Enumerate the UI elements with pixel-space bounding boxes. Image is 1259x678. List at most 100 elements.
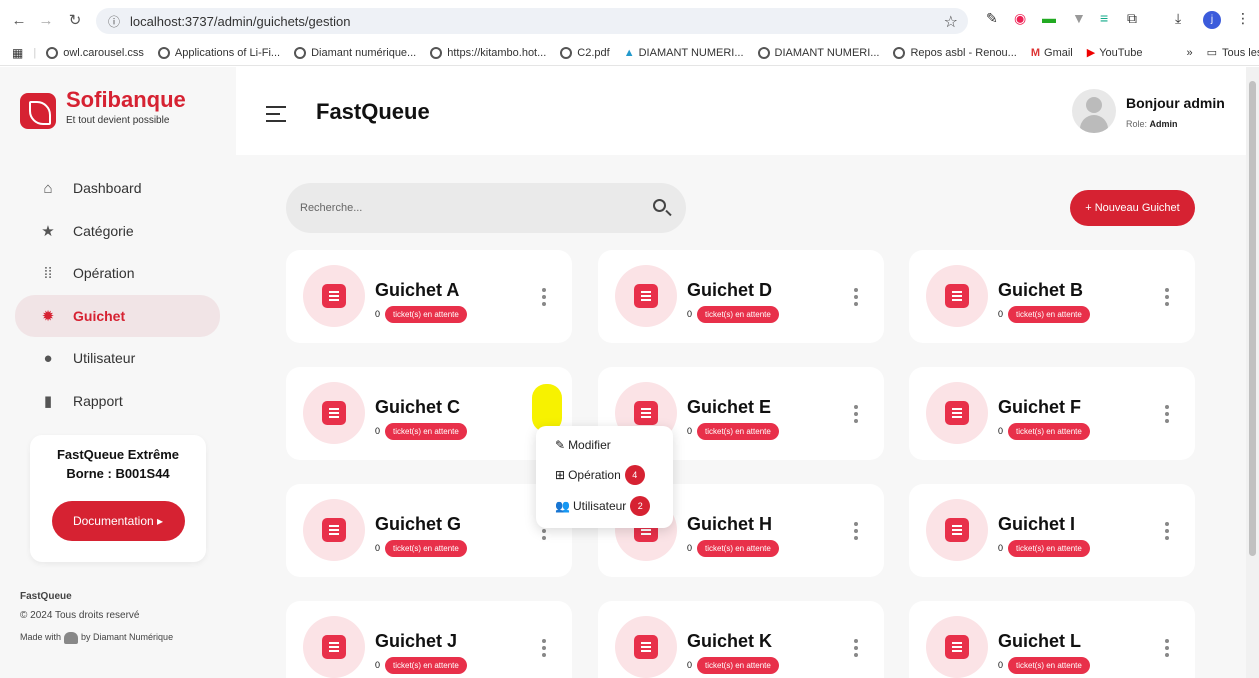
address-bar[interactable]: ⓘ localhost:3737/admin/guichets/gestion … [96,8,968,34]
ticket-count: 0 [687,660,693,670]
sidebar-item-guichet[interactable]: ✹ Guichet [15,294,220,337]
guichet-card[interactable]: Guichet A 0 ticket(s) en attente [286,250,572,343]
guichet-icon-circle [926,616,988,678]
extensions-puzzle-icon[interactable]: ⧉ [1127,10,1137,27]
more-options-icon[interactable] [854,405,860,426]
bookmark-item[interactable]: C2.pdf [560,46,610,59]
extension-v-icon[interactable]: ▼ [1072,10,1086,26]
ticket-count: 0 [375,426,381,436]
footer-by: by Diamant Numérique [81,632,174,642]
search-icon[interactable] [653,199,666,212]
bookmark-item[interactable]: M Gmail [1031,47,1073,59]
globe-icon [430,46,443,59]
back-icon[interactable]: ← [8,9,30,31]
guichet-card[interactable]: Guichet L 0 ticket(s) en attente [909,601,1195,678]
status-badge: ticket(s) en attente [1008,306,1090,323]
list-icon [634,401,658,425]
promo-title: FastQueue Extrême [56,447,180,462]
reload-icon[interactable]: ↻ [64,9,86,31]
guichet-icon-circle [926,382,988,444]
browser-menu-icon[interactable]: ⋮ [1236,10,1250,27]
guichet-name: Guichet E [687,397,772,417]
bookmark-item[interactable]: Applications of Li-Fi... [157,46,280,59]
more-options-icon[interactable] [1165,639,1171,660]
bookmark-item[interactable]: ▲ DIAMANT NUMERI... [624,47,744,59]
guichet-card[interactable]: Guichet B 0 ticket(s) en attente [909,250,1195,343]
context-menu: ✎ Modifier ⊞ Opération 4 👥 Utilisateur 2 [536,426,673,528]
new-guichet-button[interactable]: + Nouveau Guichet [1070,190,1195,226]
bookmark-item[interactable]: DIAMANT NUMERI... [757,46,879,59]
more-options-icon[interactable] [1165,405,1171,426]
avatar[interactable] [1072,89,1116,133]
bookmark-item[interactable]: ▶ YouTube [1086,46,1143,60]
bookmark-item[interactable]: https://kitambo.hot... [430,46,546,59]
list-icon [634,284,658,308]
more-options-icon[interactable] [854,639,860,660]
list-icon [322,635,346,659]
extension-shield-icon[interactable]: ◉ [1014,10,1026,27]
page-scrollbar[interactable] [1246,67,1259,678]
bookmark-item[interactable]: owl.carousel.css [46,46,144,59]
globe-icon [560,46,573,59]
globe-icon [294,46,307,59]
list-icon [945,635,969,659]
more-options-icon[interactable] [854,522,860,543]
bookmark-item[interactable]: Repos asbl - Renou... [893,46,1017,59]
menu-item-modifier[interactable]: ✎ Modifier [555,438,611,452]
extension-list-icon[interactable]: ≡ [1100,10,1108,26]
apps-grid-icon[interactable]: ▦ [12,46,23,60]
menu-item-utilisateur[interactable]: 👥 Utilisateur 2 [555,496,651,516]
user-icon: ● [43,349,53,367]
download-icon[interactable]: ⤓ [1175,10,1181,27]
extension-new-icon[interactable]: ▬ [1042,10,1056,26]
sidebar-item-rapport[interactable]: ▮ Rapport [15,380,220,422]
guichet-card[interactable]: Guichet G 0 ticket(s) en attente [286,484,572,577]
search-box [286,183,686,233]
brand-logo[interactable]: Sofibanque Et tout devient possible [20,87,186,129]
ticket-count: 0 [375,543,381,553]
list-icon [322,518,346,542]
guichet-name: Guichet I [998,514,1076,534]
hamburger-menu-icon[interactable] [266,106,286,127]
guichet-card[interactable]: Guichet F 0 ticket(s) en attente [909,367,1195,460]
profile-avatar[interactable]: j [1203,11,1221,29]
guichet-icon-circle [303,265,365,327]
all-favorites[interactable]: ▭Tous les favoris [1207,46,1259,60]
search-input[interactable] [300,198,630,218]
grid-icon: ⁞⁞ [43,264,53,282]
guichet-card[interactable]: Guichet C 0 ticket(s) en attente [286,367,572,460]
more-options-icon[interactable] [854,288,860,309]
bookmark-item[interactable]: Diamant numérique... [294,46,416,59]
more-options-icon[interactable] [1165,288,1171,309]
site-info-icon[interactable]: ⓘ [108,13,120,30]
guichet-card[interactable]: Guichet I 0 ticket(s) en attente [909,484,1195,577]
bookmark-star-icon[interactable]: ☆ [944,12,958,32]
extension-pen-icon[interactable]: ✎ [986,10,998,27]
bookmark-divider: | [33,46,37,59]
brand-tagline: Et tout devient possible [66,115,170,126]
guichet-card[interactable]: Guichet K 0 ticket(s) en attente [598,601,884,678]
forward-icon[interactable]: → [35,9,57,31]
home-icon: ⌂ [43,179,53,197]
star-icon: ★ [41,222,55,240]
ticket-count: 0 [375,660,381,670]
guichet-card[interactable]: Guichet J 0 ticket(s) en attente [286,601,572,678]
scroll-thumb[interactable] [1249,81,1256,556]
more-options-icon[interactable] [542,288,548,309]
youtube-icon: ▶ [1086,47,1096,59]
sidebar-item-utilisateur[interactable]: ● Utilisateur [15,337,220,379]
guichet-card[interactable]: Guichet D 0 ticket(s) en attente [598,250,884,343]
page-title: FastQueue [316,99,430,124]
more-options-icon[interactable] [1165,522,1171,543]
documentation-button[interactable]: Documentation ▸ [51,501,185,541]
more-bookmarks[interactable]: » [1186,47,1192,59]
sidebar-item-operation[interactable]: ⁞⁞ Opération [15,252,220,294]
sidebar-item-categorie[interactable]: ★ Catégorie [15,210,220,252]
more-options-icon[interactable] [542,639,548,660]
guichet-icon-circle [926,499,988,561]
status-badge: ticket(s) en attente [1008,423,1090,440]
sidebar-item-dashboard[interactable]: ⌂ Dashboard [15,167,220,209]
footer-made-with: Made with [20,632,62,642]
main-content: + Nouveau Guichet Guichet A 0 ticket(s) en… [236,155,1246,678]
menu-item-operation[interactable]: ⊞ Opération 4 [555,465,645,485]
